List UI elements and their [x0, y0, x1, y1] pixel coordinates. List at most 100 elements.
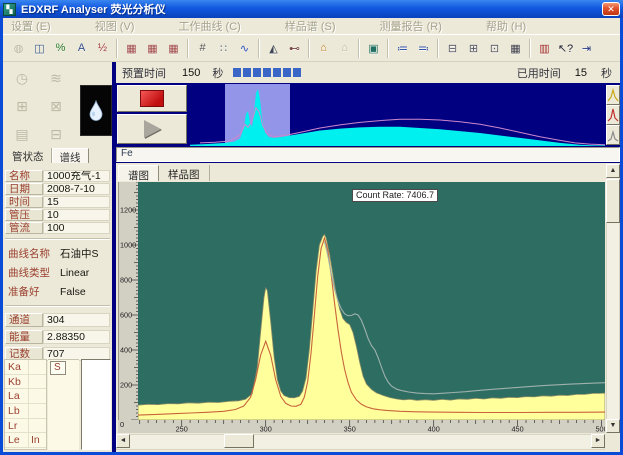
element-line-value: [29, 404, 46, 418]
percent-icon[interactable]: %: [50, 38, 71, 59]
clock-icon[interactable]: ◷: [8, 66, 36, 90]
print-setup-icon[interactable]: ⊞: [463, 38, 484, 59]
field-label: 通道: [5, 313, 43, 327]
device-icon[interactable]: ▣: [363, 38, 384, 59]
exit-icon[interactable]: ⇥: [576, 38, 597, 59]
element-listbox[interactable]: [81, 359, 111, 450]
field-value: 2.88350: [43, 330, 110, 344]
beaker-icon[interactable]: ⊠: [42, 94, 70, 118]
close-button[interactable]: ✕: [602, 2, 620, 16]
elapsed-time-label: 已用时间: [517, 65, 561, 81]
tray-icon[interactable]: ⊟: [42, 122, 70, 146]
field-label: 管流: [5, 222, 43, 234]
calculator-icon[interactable]: ▦: [505, 38, 526, 59]
menu-item-5[interactable]: 测量报告 (R): [380, 18, 442, 34]
progress-segment: [293, 68, 301, 77]
svg-text:400: 400: [428, 425, 440, 434]
scroll-down-button[interactable]: ▼: [606, 419, 620, 433]
spectrum-preview-svg: [190, 84, 605, 146]
home-icon[interactable]: ⌂: [313, 38, 334, 59]
list-settings-icon-2[interactable]: ≕: [413, 38, 434, 59]
field-row: 能量2.88350: [5, 328, 110, 345]
document-icon[interactable]: ▤: [8, 122, 36, 146]
app-icon[interactable]: ▚: [3, 3, 16, 16]
element-line-value: [29, 360, 46, 374]
sample-drop-display: [80, 85, 112, 136]
sample-table-icon-1[interactable]: ▦: [121, 38, 142, 59]
element-line-label: Lb: [5, 404, 29, 418]
svg-text:1000: 1000: [120, 241, 136, 250]
scroll-left-button[interactable]: ◄: [116, 434, 130, 448]
svg-text:400: 400: [120, 346, 132, 355]
context-help-icon[interactable]: ↖?: [555, 38, 576, 59]
preview-scale-gray-button[interactable]: [606, 125, 620, 145]
tab-spectrum-chart[interactable]: 谱图: [118, 165, 159, 181]
status-icon-panel: ◷≋⊞⊠▤⊟: [3, 62, 112, 146]
horizontal-scrollbar[interactable]: ◄ ►: [116, 434, 605, 450]
field-value: 10: [43, 209, 110, 221]
report-view-icon[interactable]: ◫: [29, 38, 50, 59]
element-line-label: Lr: [5, 419, 29, 433]
start-button[interactable]: [117, 114, 187, 144]
divider: [5, 238, 110, 240]
preview-scale-red-button[interactable]: [606, 105, 620, 125]
print-preview-icon[interactable]: ⊡: [484, 38, 505, 59]
spectrum-plot[interactable]: [138, 182, 605, 420]
element-table-row[interactable]: Lr: [5, 419, 46, 434]
tab-tube-status[interactable]: 管状态: [5, 148, 52, 163]
measurement-progress-bar: [233, 68, 301, 77]
spectrum-preview[interactable]: [190, 84, 605, 146]
element-table-row[interactable]: La: [5, 389, 46, 404]
field-value: 1000充气-1: [43, 170, 110, 182]
horizontal-scroll-thumb[interactable]: [224, 434, 254, 448]
vertical-scroll-thumb[interactable]: [606, 179, 620, 223]
app-window: ▚ EDXRF Analyser 荧光分析仪 ✕ 设置 (E)视图 (V)工作曲…: [0, 0, 623, 455]
curve-window-icon[interactable]: ∿: [234, 38, 255, 59]
svg-text:500: 500: [596, 425, 605, 434]
channel-fields: 通道304能量2.88350记数707: [3, 311, 112, 362]
font-scale-icon[interactable]: A: [71, 38, 92, 59]
menu-item-6[interactable]: 帮助 (H): [486, 18, 526, 34]
vertical-scrollbar[interactable]: ▲ ▼: [606, 164, 620, 433]
menu-item-4[interactable]: 样品谱 (S): [285, 18, 336, 34]
globe-icon[interactable]: ◍: [8, 38, 29, 59]
tab-spectral-lines[interactable]: 谱线: [52, 148, 89, 163]
print-icon[interactable]: ⊟: [442, 38, 463, 59]
field-row: 时间15: [5, 195, 110, 208]
element-table-row[interactable]: Ka: [5, 360, 46, 375]
field-row: 通道304: [5, 311, 110, 328]
field-row: 曲线类型Linear: [5, 263, 110, 282]
dotted-grid-icon[interactable]: ∷: [213, 38, 234, 59]
menu-item-2[interactable]: 视图 (V): [95, 18, 135, 34]
field-label: 时间: [5, 196, 43, 208]
list-settings-icon-1[interactable]: ≔: [392, 38, 413, 59]
sample-table-icon-3[interactable]: ▦: [163, 38, 184, 59]
element-table-row[interactable]: Kb: [5, 375, 46, 390]
preview-scale-yellow-button[interactable]: [606, 85, 620, 105]
paste-icon[interactable]: ⊞: [8, 94, 36, 118]
stop-button[interactable]: [117, 85, 187, 112]
scroll-right-button[interactable]: ►: [591, 434, 605, 448]
progress-segment: [283, 68, 291, 77]
help-book-icon[interactable]: ▥: [534, 38, 555, 59]
home-disabled-icon[interactable]: ⌂: [334, 38, 355, 59]
basic-fields: 名称1000充气-1日期2008-7-10时间15管压10管流100: [3, 169, 112, 234]
element-table-row[interactable]: Lb: [5, 404, 46, 419]
flask-icon[interactable]: ≋: [42, 66, 70, 90]
tab-sample-chart[interactable]: 样品图: [159, 165, 210, 181]
element-line-label: Le: [5, 433, 29, 447]
calibrate-grid-icon[interactable]: #: [192, 38, 213, 59]
element-indicator-field[interactable]: Fe: [116, 147, 620, 162]
ratio-icon[interactable]: ½: [92, 38, 113, 59]
axis-origin-label: 0: [118, 420, 138, 433]
menu-item-1[interactable]: 设置 (E): [11, 18, 51, 34]
scroll-up-button[interactable]: ▲: [606, 164, 620, 178]
menu-item-3[interactable]: 工作曲线 (C): [178, 18, 240, 34]
x-axis-ruler: 250300350400450500: [138, 420, 605, 433]
selected-element-cell[interactable]: S: [50, 361, 66, 375]
peak-identify-icon[interactable]: ◭: [263, 38, 284, 59]
connect-icon[interactable]: ⊷: [284, 38, 305, 59]
element-table-row[interactable]: LeIn: [5, 433, 46, 448]
sample-table-icon-2[interactable]: ▦: [142, 38, 163, 59]
element-line-value: [29, 389, 46, 403]
